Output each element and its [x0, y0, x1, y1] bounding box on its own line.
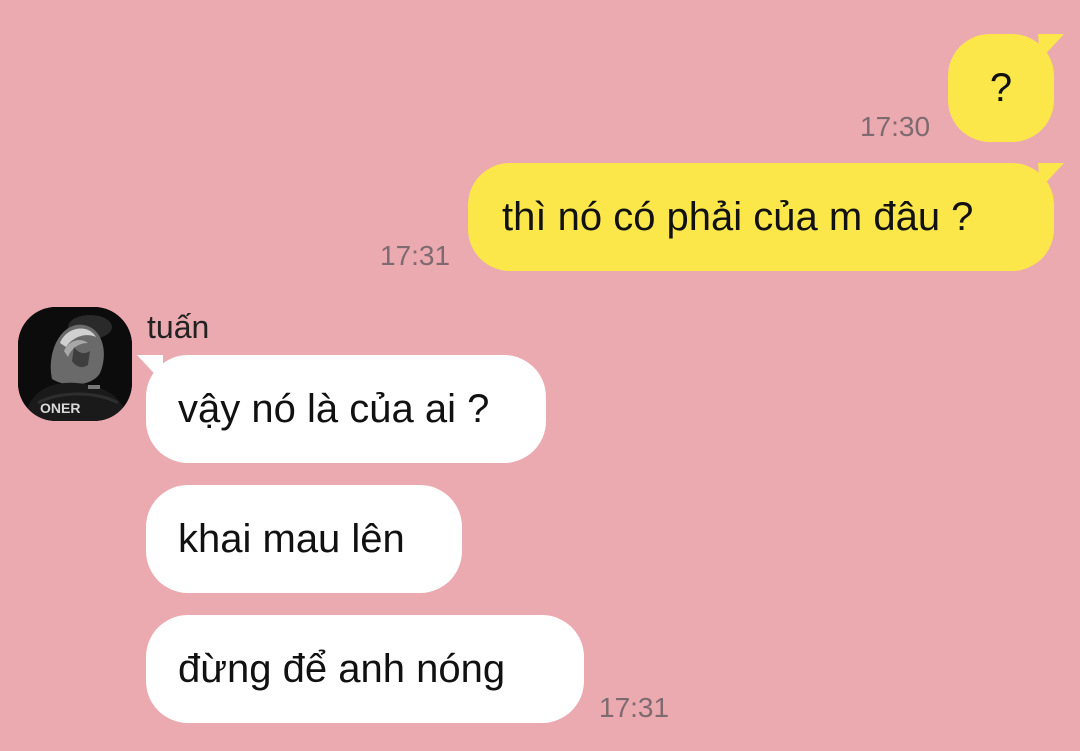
- bubble-tail-icon: [1038, 34, 1064, 60]
- message-timestamp: 17:30: [860, 111, 931, 142]
- message-text: đừng để anh nóng: [178, 647, 506, 691]
- message-timestamp: 17:31: [599, 692, 670, 723]
- outgoing-message-bubble[interactable]: thì nó có phải của m đâu ?: [468, 163, 1054, 271]
- avatar[interactable]: ONER: [18, 307, 132, 421]
- message-text: ?: [989, 66, 1013, 110]
- sender-name: tuấn: [147, 309, 210, 345]
- avatar-caption: ONER: [40, 400, 80, 416]
- avatar-photo-icon: ONER: [18, 307, 132, 421]
- bubble-tail-icon: [1038, 163, 1064, 189]
- message-text: vậy nó là của ai ?: [178, 387, 490, 431]
- message-text: thì nó có phải của m đâu ?: [502, 195, 974, 239]
- message-text: khai mau lên: [178, 517, 405, 561]
- message-timestamp: 17:31: [380, 240, 451, 271]
- incoming-message-bubble[interactable]: đừng để anh nóng: [146, 615, 584, 723]
- incoming-message-bubble[interactable]: vậy nó là của ai ?: [146, 355, 546, 463]
- incoming-message-bubble[interactable]: khai mau lên: [146, 485, 462, 593]
- bubble-tail-icon: [137, 355, 163, 383]
